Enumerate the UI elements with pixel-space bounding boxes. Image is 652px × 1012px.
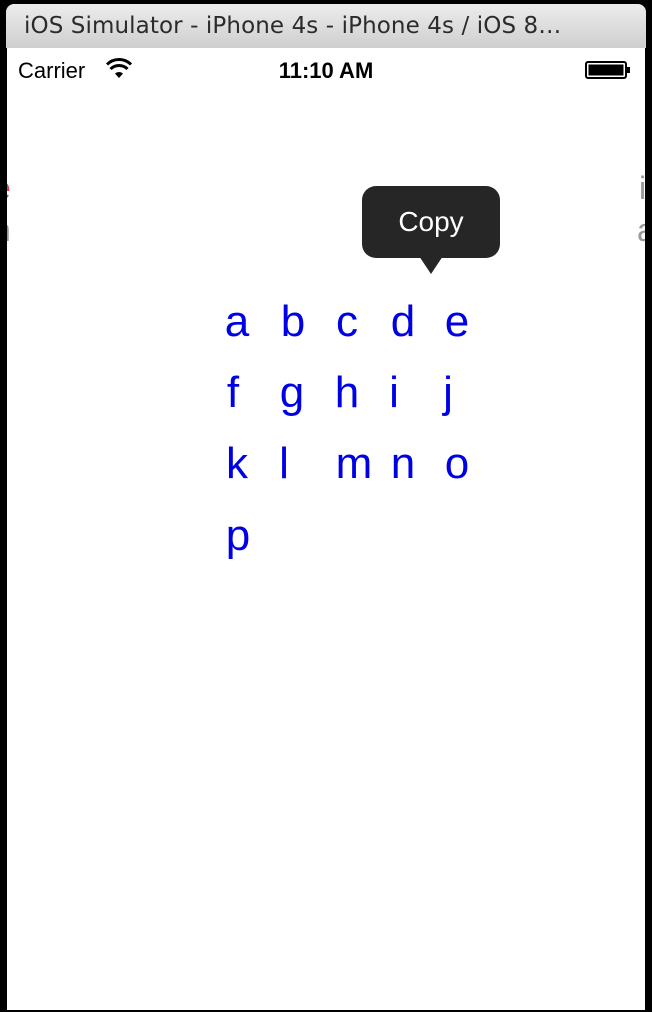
copy-menu-pointer xyxy=(419,256,443,274)
right-edge-fragment-top: i xyxy=(639,170,645,206)
letter-c[interactable]: c xyxy=(327,300,367,344)
letter-p[interactable]: p xyxy=(218,514,258,558)
right-edge-fragment-bottom: a xyxy=(637,214,645,246)
window-title: iOS Simulator - iPhone 4s - iPhone 4s / … xyxy=(24,13,562,39)
letter-e[interactable]: e xyxy=(437,300,477,344)
letter-a[interactable]: a xyxy=(217,300,257,344)
copy-menu-label: Copy xyxy=(398,206,464,237)
left-edge-fragment-bottom: n xyxy=(7,214,11,246)
letter-o[interactable]: o xyxy=(437,442,477,486)
letter-l[interactable]: l xyxy=(264,442,304,486)
simulator-window: iOS Simulator - iPhone 4s - iPhone 4s / … xyxy=(0,0,652,1012)
letter-h[interactable]: h xyxy=(327,371,367,415)
letter-d[interactable]: d xyxy=(383,300,423,344)
status-time: 11:10 AM xyxy=(278,58,374,83)
letter-m[interactable]: m xyxy=(334,442,374,486)
battery-icon xyxy=(585,61,630,79)
status-bar: Carrier 11:10 AM xyxy=(7,48,645,90)
device-screen: Carrier 11:10 AM e n i a Copy a b c d e … xyxy=(7,48,645,1010)
copy-menu-button[interactable]: Copy xyxy=(362,186,500,258)
letter-k[interactable]: k xyxy=(217,442,257,486)
left-edge-fragment-top: e xyxy=(7,172,11,204)
letter-f[interactable]: f xyxy=(213,371,253,415)
letter-n[interactable]: n xyxy=(383,442,423,486)
letter-b[interactable]: b xyxy=(273,300,313,344)
letter-g[interactable]: g xyxy=(272,371,312,415)
letter-j[interactable]: j xyxy=(428,371,468,415)
letter-i[interactable]: i xyxy=(374,371,414,415)
window-titlebar[interactable]: iOS Simulator - iPhone 4s - iPhone 4s / … xyxy=(6,4,646,48)
